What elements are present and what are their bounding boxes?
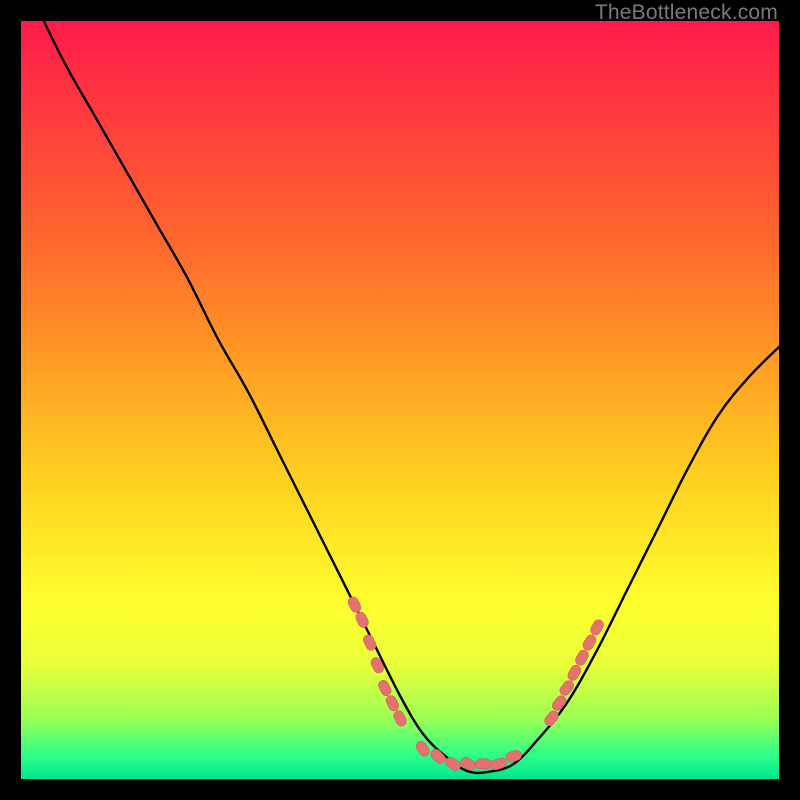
watermark-text: TheBottleneck.com (595, 1, 778, 25)
chart-container: TheBottleneck.com (0, 0, 800, 800)
gradient-background (21, 21, 779, 779)
plot-area (21, 21, 779, 779)
curve-marker (475, 759, 491, 769)
chart-svg (21, 21, 779, 779)
